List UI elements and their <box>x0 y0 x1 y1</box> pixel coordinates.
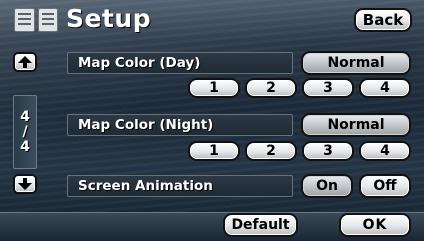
map-color-night-option-1[interactable]: 1 <box>188 141 240 161</box>
page-indicator: 4 / 4 <box>13 95 37 169</box>
map-color-day-label: Map Color (Day) <box>67 52 293 74</box>
map-color-night-label: Map Color (Night) <box>67 114 293 136</box>
setup-screen: Setup Back 4 / 4 Map Color (Day) Normal … <box>0 0 424 241</box>
map-color-night-option-3[interactable]: 3 <box>302 141 354 161</box>
panel-left <box>14 8 35 32</box>
page-title: Setup <box>66 4 152 33</box>
page-down-button[interactable] <box>13 174 37 194</box>
map-color-night-option-4[interactable]: 4 <box>359 141 411 161</box>
map-color-day-option-2[interactable]: 2 <box>245 78 297 98</box>
up-arrow-icon <box>18 56 32 68</box>
map-color-day-option-4[interactable]: 4 <box>359 78 411 98</box>
screen-animation-off-button[interactable]: Off <box>359 174 411 198</box>
map-color-day-option-1[interactable]: 1 <box>188 78 240 98</box>
map-color-night-normal-button[interactable]: Normal <box>301 113 411 137</box>
page-separator: / <box>22 123 28 140</box>
map-color-night-option-2[interactable]: 2 <box>245 141 297 161</box>
back-button[interactable]: Back <box>354 8 412 32</box>
page-current: 4 <box>20 108 30 125</box>
page-total: 4 <box>20 138 30 155</box>
screen-animation-label: Screen Animation <box>67 175 293 197</box>
map-color-day-option-3[interactable]: 3 <box>302 78 354 98</box>
default-button[interactable]: Default <box>223 213 298 237</box>
list-panel-icon <box>14 8 58 32</box>
page-up-button[interactable] <box>13 52 37 72</box>
map-color-day-normal-button[interactable]: Normal <box>301 51 411 75</box>
ok-button[interactable]: OK <box>339 213 411 237</box>
down-arrow-icon <box>18 178 32 190</box>
panel-right <box>37 8 58 32</box>
screen-animation-on-button[interactable]: On <box>301 174 353 198</box>
